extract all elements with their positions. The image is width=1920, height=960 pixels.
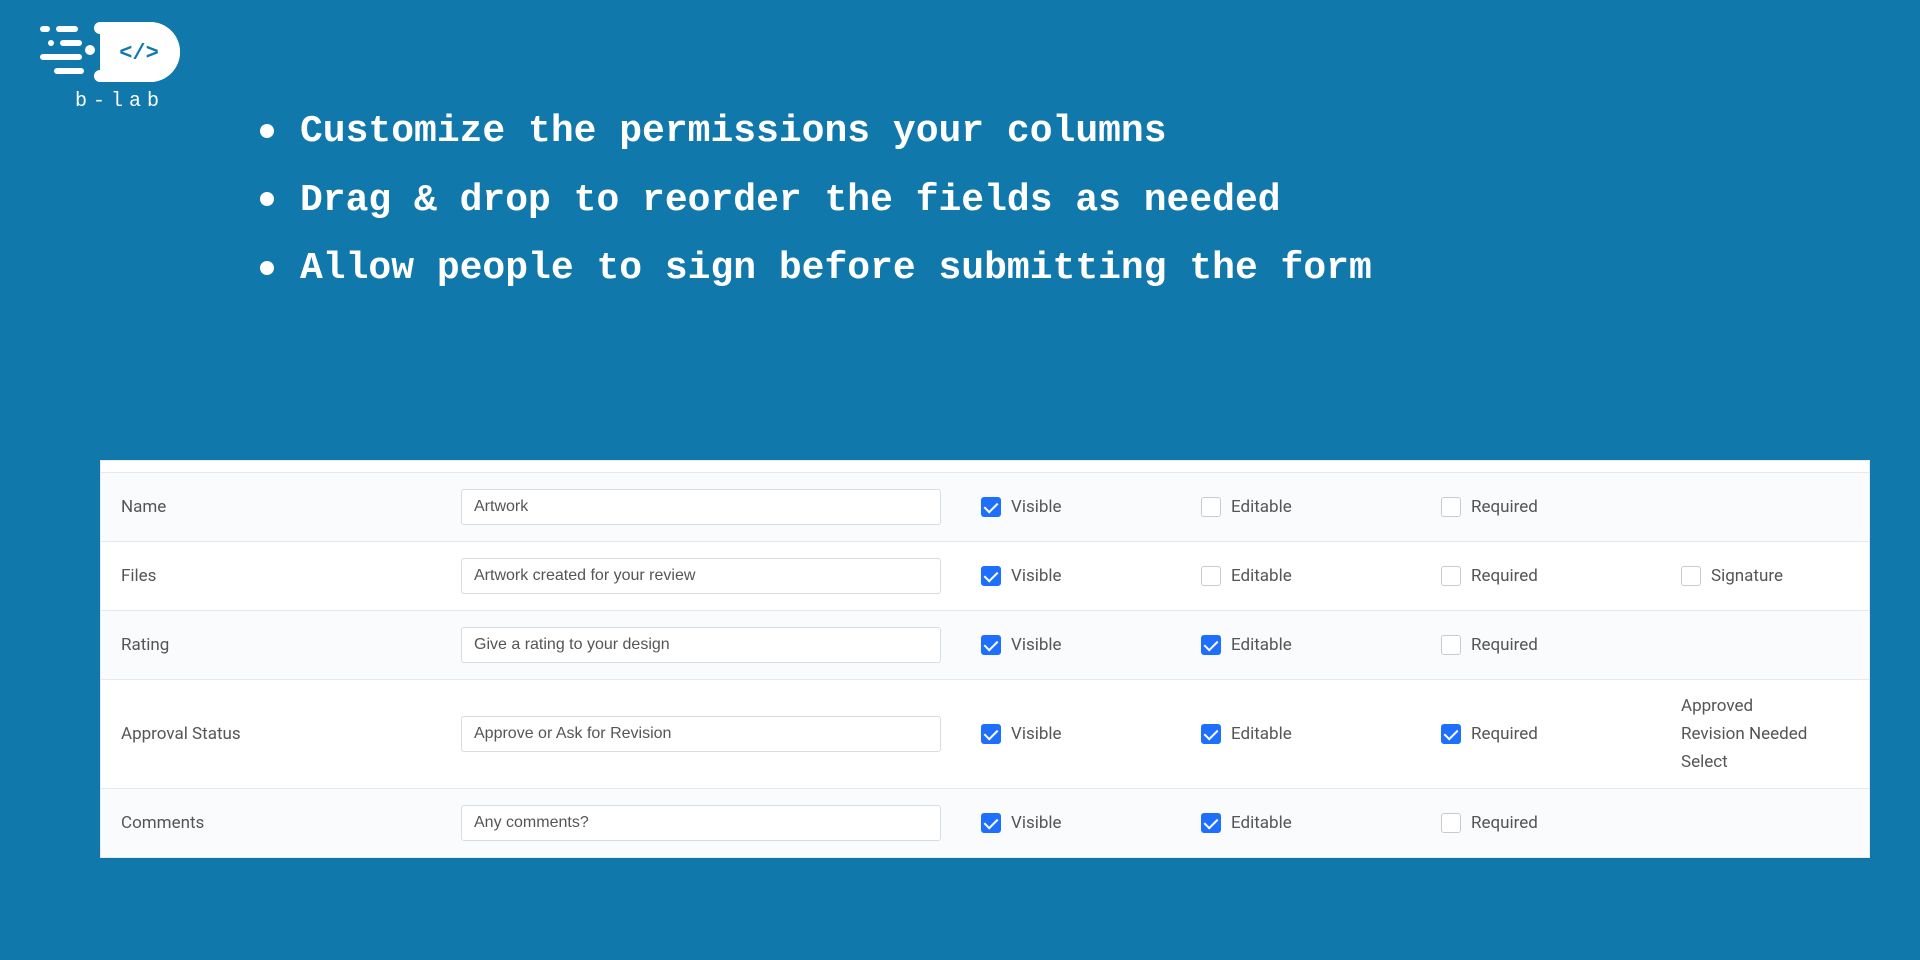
required-checkbox[interactable]: Required <box>1441 813 1538 833</box>
field-description-input[interactable] <box>461 805 941 841</box>
checkbox-box-icon <box>1441 497 1461 517</box>
logo-mark-icon: </> <box>40 22 190 84</box>
table-header-strip <box>101 461 1869 473</box>
field-name-label: Rating <box>101 629 441 661</box>
checkbox-box-icon <box>1201 566 1221 586</box>
checkbox-box-icon <box>1441 724 1461 744</box>
table-row[interactable]: Name Visible Editable Required <box>101 473 1869 542</box>
field-description-input[interactable] <box>461 558 941 594</box>
checkbox-box-icon <box>1441 566 1461 586</box>
field-name-label: Files <box>101 560 441 592</box>
visible-checkbox[interactable]: Visible <box>981 566 1062 586</box>
editable-checkbox-label: Editable <box>1231 497 1292 517</box>
field-name-label: Name <box>101 491 441 523</box>
bullet-item: Drag & drop to reorder the fields as nee… <box>260 169 1860 234</box>
status-option: Approved <box>1681 696 1807 716</box>
table-row[interactable]: Approval Status Visible Editable Required Ap… <box>101 680 1869 789</box>
required-checkbox-label: Required <box>1471 813 1538 833</box>
required-checkbox-label: Required <box>1471 724 1538 744</box>
extra-cell <box>1661 639 1869 651</box>
editable-checkbox[interactable]: Editable <box>1201 813 1292 833</box>
editable-checkbox[interactable]: Editable <box>1201 566 1292 586</box>
visible-checkbox-label: Visible <box>1011 497 1062 517</box>
table-row[interactable]: Comments Visible Editable Required <box>101 789 1869 857</box>
checkbox-box-icon <box>981 813 1001 833</box>
editable-checkbox-label: Editable <box>1231 724 1292 744</box>
visible-checkbox[interactable]: Visible <box>981 813 1062 833</box>
feature-bullet-list: Customize the permissions your columns D… <box>260 100 1860 306</box>
field-name-label: Approval Status <box>101 718 441 750</box>
status-option: Revision Needed <box>1681 724 1807 744</box>
checkbox-box-icon <box>981 497 1001 517</box>
checkbox-box-icon <box>981 724 1001 744</box>
editable-checkbox[interactable]: Editable <box>1201 635 1292 655</box>
checkbox-box-icon <box>1441 813 1461 833</box>
visible-checkbox-label: Visible <box>1011 566 1062 586</box>
visible-checkbox[interactable]: Visible <box>981 497 1062 517</box>
field-description-input[interactable] <box>461 716 941 752</box>
checkbox-box-icon <box>1201 724 1221 744</box>
svg-text:</>: </> <box>119 41 159 66</box>
checkbox-box-icon <box>981 635 1001 655</box>
editable-checkbox-label: Editable <box>1231 566 1292 586</box>
editable-checkbox[interactable]: Editable <box>1201 497 1292 517</box>
signature-checkbox-label: Signature <box>1711 566 1783 586</box>
editable-checkbox-label: Editable <box>1231 635 1292 655</box>
permissions-table: Name Visible Editable Required Files Visible E… <box>100 460 1870 858</box>
editable-checkbox[interactable]: Editable <box>1201 724 1292 744</box>
required-checkbox-label: Required <box>1471 497 1538 517</box>
visible-checkbox[interactable]: Visible <box>981 724 1062 744</box>
checkbox-box-icon <box>981 566 1001 586</box>
extra-cell: Signature <box>1661 560 1869 592</box>
status-options-list: Approved Revision Needed Select <box>1681 696 1807 772</box>
field-name-label: Comments <box>101 807 441 839</box>
signature-checkbox[interactable]: Signature <box>1681 566 1783 586</box>
checkbox-box-icon <box>1681 566 1701 586</box>
extra-cell: Approved Revision Needed Select <box>1661 690 1869 778</box>
checkbox-box-icon <box>1201 813 1221 833</box>
table-row[interactable]: Rating Visible Editable Required <box>101 611 1869 680</box>
field-description-input[interactable] <box>461 489 941 525</box>
required-checkbox-label: Required <box>1471 566 1538 586</box>
visible-checkbox-label: Visible <box>1011 724 1062 744</box>
extra-cell <box>1661 817 1869 829</box>
bullet-item: Customize the permissions your columns <box>260 100 1860 165</box>
extra-cell <box>1661 501 1869 513</box>
checkbox-box-icon <box>1201 635 1221 655</box>
checkbox-box-icon <box>1441 635 1461 655</box>
required-checkbox[interactable]: Required <box>1441 497 1538 517</box>
required-checkbox[interactable]: Required <box>1441 566 1538 586</box>
required-checkbox[interactable]: Required <box>1441 724 1538 744</box>
visible-checkbox[interactable]: Visible <box>981 635 1062 655</box>
bullet-item: Allow people to sign before submitting t… <box>260 237 1860 302</box>
logo-text: b-lab <box>40 90 200 113</box>
required-checkbox-label: Required <box>1471 635 1538 655</box>
checkbox-box-icon <box>1201 497 1221 517</box>
editable-checkbox-label: Editable <box>1231 813 1292 833</box>
table-row[interactable]: Files Visible Editable Required Signature <box>101 542 1869 611</box>
visible-checkbox-label: Visible <box>1011 813 1062 833</box>
visible-checkbox-label: Visible <box>1011 635 1062 655</box>
brand-logo: </> b-lab <box>40 22 200 113</box>
field-description-input[interactable] <box>461 627 941 663</box>
required-checkbox[interactable]: Required <box>1441 635 1538 655</box>
status-option: Select <box>1681 752 1807 772</box>
